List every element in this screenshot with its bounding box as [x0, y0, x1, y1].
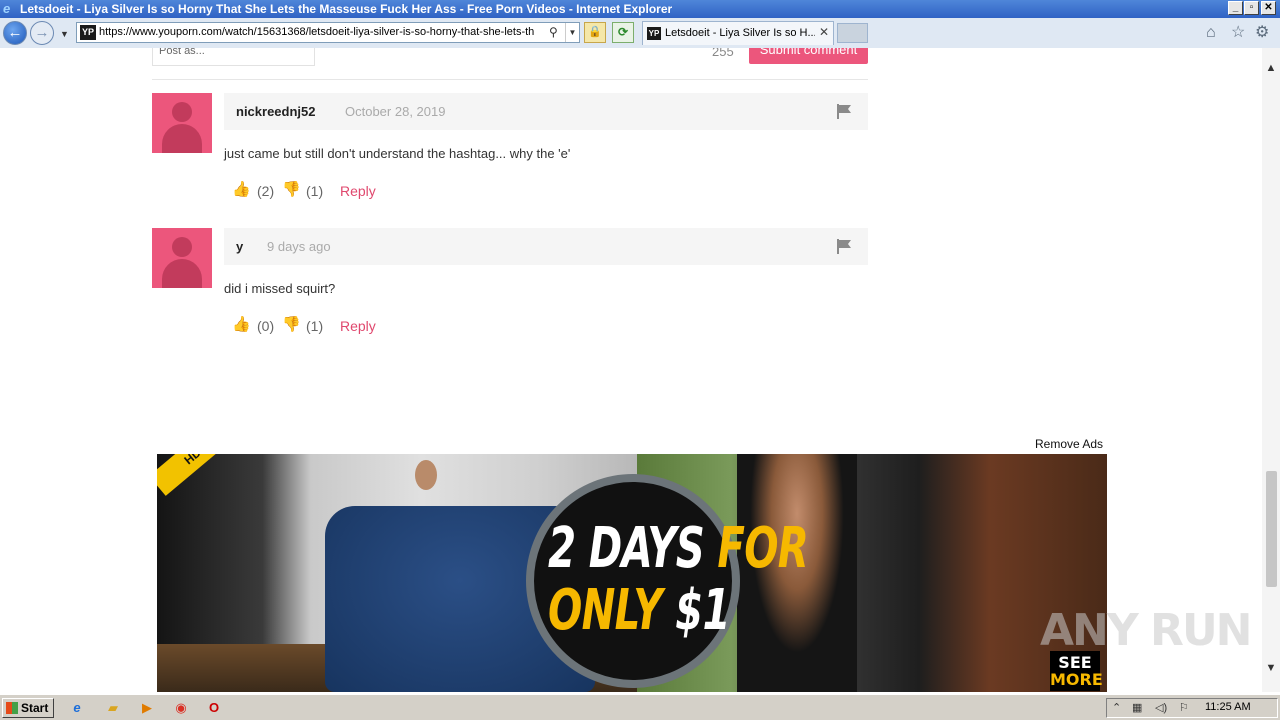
thumbs-down-icon[interactable]: 👎 — [282, 317, 301, 333]
ad-line2-white: $1 — [675, 578, 730, 643]
speaker-icon[interactable]: ◁) — [1155, 701, 1167, 714]
comment-header: y 9 days ago — [224, 228, 868, 265]
thumbs-up-icon[interactable]: 👍 — [232, 182, 251, 198]
ie-icon[interactable]: e — [67, 699, 87, 717]
history-dropdown-icon[interactable]: ▼ — [60, 29, 69, 39]
comment-date: October 28, 2019 — [345, 104, 446, 119]
refresh-icon[interactable]: ⟳ — [612, 22, 634, 43]
new-tab-button[interactable] — [837, 23, 868, 43]
ad-line1-white: 2 DAYS — [548, 516, 718, 581]
tab-favicon: YP — [647, 27, 661, 40]
tab-close-icon[interactable]: ✕ — [819, 25, 829, 39]
avatar[interactable] — [152, 228, 212, 288]
search-icon[interactable]: ⚲ — [549, 25, 558, 39]
comment-header: nickreednj52 October 28, 2019 — [224, 93, 868, 130]
flag-icon[interactable]: ⚐ — [1179, 701, 1189, 714]
dislike-count: (1) — [306, 183, 324, 199]
thumbs-up-icon[interactable]: 👍 — [232, 317, 251, 333]
address-dropdown-icon[interactable]: ▼ — [565, 23, 579, 42]
page-scrollbar[interactable]: ▲ ▼ — [1262, 48, 1280, 692]
ad-banner[interactable]: 2 DAYS FOR ONLY $1 HD 1080P SEEMORE — [157, 454, 1107, 692]
like-count: (2) — [257, 183, 275, 199]
clock: 11:25 AM — [1205, 701, 1251, 713]
forward-arrow-icon[interactable]: → — [30, 21, 54, 45]
opera-icon[interactable]: O — [204, 699, 224, 717]
avatar-head — [172, 237, 192, 257]
ad-more-label: MORE — [1050, 670, 1103, 689]
ad-headline-1: 2 DAYS FOR — [548, 520, 809, 578]
ie-icon: e — [3, 1, 11, 16]
window-title: Letsdoeit - Liya Silver Is so Horny That… — [20, 2, 673, 16]
comment-date: 9 days ago — [267, 239, 331, 254]
comment-item: nickreednj52 October 28, 2019 just came … — [152, 93, 868, 213]
comment-text: just came but still don't understand the… — [224, 146, 571, 161]
gear-icon[interactable]: ⚙ — [1255, 24, 1269, 42]
start-label: Start — [21, 701, 49, 715]
address-url[interactable]: https://www.youporn.com/watch/15631368/l… — [99, 26, 547, 38]
ad-see-more-button[interactable]: SEE MORE — [1050, 651, 1103, 691]
browser-navbar: ← → ▼ YP https://www.youporn.com/watch/1… — [0, 18, 1280, 48]
back-arrow-icon[interactable]: ← — [3, 21, 27, 45]
home-icon[interactable]: ⌂ — [1206, 24, 1216, 42]
star-icon[interactable]: ☆ — [1231, 24, 1245, 42]
network-icon[interactable]: ▦ — [1132, 701, 1142, 714]
comment-item: y 9 days ago did i missed squirt? 👍 (0) … — [152, 228, 868, 348]
avatar-head — [172, 102, 192, 122]
thumbs-down-icon[interactable]: 👎 — [282, 182, 301, 198]
restore-button[interactable]: ▫ — [1244, 1, 1259, 15]
reply-link[interactable]: Reply — [340, 318, 376, 334]
address-bar[interactable]: YP https://www.youporn.com/watch/1563136… — [76, 22, 580, 43]
site-favicon: YP — [80, 25, 96, 40]
comment-input[interactable]: Post as... — [152, 48, 315, 66]
ad-figure — [415, 460, 437, 490]
scroll-down-icon[interactable]: ▼ — [1262, 662, 1280, 674]
avatar-body — [162, 124, 202, 153]
remove-ads-link[interactable]: Remove Ads — [1035, 437, 1103, 451]
tab-active[interactable]: YP Letsdoeit - Liya Silver Is so H... ✕ — [642, 21, 834, 45]
scroll-up-icon[interactable]: ▲ — [1262, 62, 1280, 74]
ad-headline-2: ONLY $1 — [548, 582, 730, 640]
dislike-count: (1) — [306, 318, 324, 334]
chevron-up-icon[interactable]: ⌃ — [1112, 701, 1121, 714]
windows-logo-icon — [6, 702, 18, 714]
flag-icon[interactable] — [836, 238, 852, 254]
close-button[interactable]: ✕ — [1261, 1, 1276, 15]
system-tray: ⌃ ▦ ◁) ⚐ 11:25 AM — [1106, 698, 1278, 718]
window-titlebar: e Letsdoeit - Liya Silver Is so Horny Th… — [0, 0, 1280, 18]
page-content: Post as... 255 Submit comment nickreednj… — [0, 48, 1262, 692]
start-button[interactable]: Start — [2, 698, 54, 718]
taskbar: Start e ▰ ▶ ◉ O ⌃ ▦ ◁) ⚐ 11:25 AM — [0, 694, 1280, 720]
divider — [152, 79, 868, 80]
avatar-body — [162, 259, 202, 288]
watermark: ANY RUN — [1040, 605, 1252, 656]
comment-text: did i missed squirt? — [224, 281, 336, 296]
comment-username[interactable]: y — [236, 239, 243, 254]
avatar[interactable] — [152, 93, 212, 153]
char-count: 255 — [712, 48, 734, 59]
comment-username[interactable]: nickreednj52 — [236, 104, 316, 119]
ad-see-label: SEE — [1058, 653, 1092, 672]
like-count: (0) — [257, 318, 275, 334]
ad-line1-yellow: FOR — [717, 516, 809, 581]
lock-icon[interactable]: 🔒 — [584, 22, 606, 43]
ad-line2-yellow: ONLY — [548, 578, 676, 643]
folder-icon[interactable]: ▰ — [103, 699, 123, 717]
flag-icon[interactable] — [836, 103, 852, 119]
submit-comment-button[interactable]: Submit comment — [749, 48, 868, 64]
tab-title: Letsdoeit - Liya Silver Is so H... — [665, 27, 815, 39]
scroll-thumb[interactable] — [1266, 471, 1277, 587]
chrome-icon[interactable]: ◉ — [171, 699, 191, 717]
minimize-button[interactable]: _ — [1228, 1, 1243, 15]
media-player-icon[interactable]: ▶ — [137, 699, 157, 717]
reply-link[interactable]: Reply — [340, 183, 376, 199]
